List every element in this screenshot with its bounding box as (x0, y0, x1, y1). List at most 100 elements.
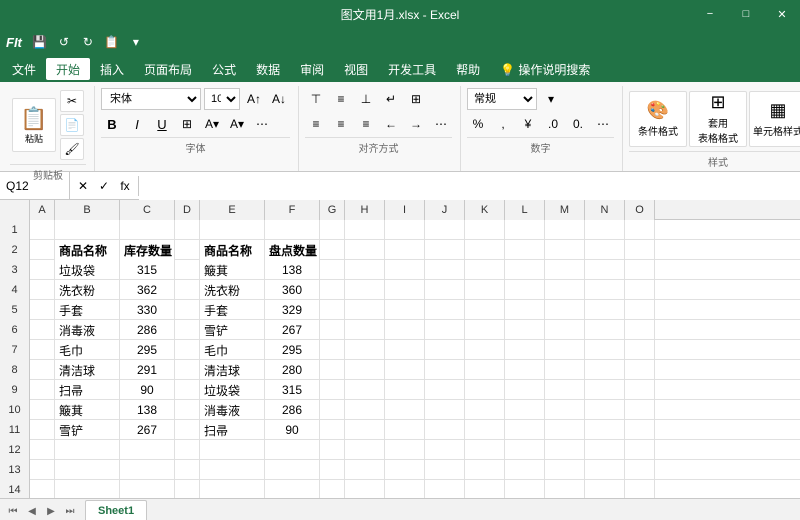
align-middle-button[interactable]: ≡ (330, 88, 352, 110)
grid-cell[interactable] (345, 380, 385, 400)
col-header-b[interactable]: B (55, 200, 120, 220)
grid-cell[interactable] (465, 420, 505, 440)
sheet-nav-last[interactable]: ⏭ (61, 502, 79, 520)
grid-cell[interactable] (30, 400, 55, 420)
grid-cell[interactable] (320, 320, 345, 340)
grid-cell[interactable] (505, 260, 545, 280)
grid-cell[interactable]: 315 (120, 260, 175, 280)
grid-cell[interactable]: 洗衣粉 (200, 280, 265, 300)
grid-cell[interactable] (345, 360, 385, 380)
grid-cell[interactable] (625, 480, 655, 498)
grid-cell[interactable] (505, 240, 545, 260)
grid-cell[interactable] (585, 240, 625, 260)
menu-view[interactable]: 视图 (334, 58, 378, 80)
grid-cell[interactable] (625, 240, 655, 260)
currency-button[interactable]: ¥ (517, 113, 539, 135)
grid-cell[interactable] (425, 300, 465, 320)
grid-cell[interactable] (30, 380, 55, 400)
grid-cell[interactable]: 商品名称 (55, 240, 120, 260)
grid-cell[interactable] (175, 260, 200, 280)
grid-cell[interactable] (385, 240, 425, 260)
grid-cell[interactable]: 垃圾袋 (55, 260, 120, 280)
grid-cell[interactable] (320, 380, 345, 400)
grid-cell[interactable]: 清洁球 (55, 360, 120, 380)
grid-cell[interactable] (465, 360, 505, 380)
grid-cell[interactable] (320, 240, 345, 260)
grid-cell[interactable] (505, 440, 545, 460)
grid-cell[interactable] (505, 340, 545, 360)
grid-cell[interactable] (425, 320, 465, 340)
grid-cell[interactable]: 扫帚 (55, 380, 120, 400)
grid-cell[interactable] (585, 320, 625, 340)
grid-cell[interactable] (585, 480, 625, 498)
grid-cell[interactable]: 库存数量 (120, 240, 175, 260)
grid-cell[interactable] (385, 280, 425, 300)
minimize-button[interactable]: − (692, 0, 728, 28)
grid-cell[interactable] (385, 480, 425, 498)
grid-cell[interactable] (175, 300, 200, 320)
grid-cell[interactable] (30, 220, 55, 240)
grid-cell[interactable] (505, 380, 545, 400)
grid-cell[interactable] (625, 280, 655, 300)
grid-cell[interactable] (175, 360, 200, 380)
grid-cell[interactable]: 盘点数量 (265, 240, 320, 260)
grid-cell[interactable] (345, 420, 385, 440)
grid-cell[interactable] (425, 280, 465, 300)
grid-cell[interactable] (385, 440, 425, 460)
grid-cell[interactable] (265, 220, 320, 240)
grid-cell[interactable] (385, 420, 425, 440)
grid-cell[interactable] (465, 380, 505, 400)
grid-cell[interactable]: 90 (120, 380, 175, 400)
grid-cell[interactable] (385, 360, 425, 380)
grid-cell[interactable] (200, 460, 265, 480)
grid-cell[interactable] (55, 460, 120, 480)
grid-cell[interactable] (545, 400, 585, 420)
grid-cell[interactable] (320, 480, 345, 498)
grid-cell[interactable] (320, 360, 345, 380)
menu-file[interactable]: 文件 (2, 58, 46, 80)
grid-cell[interactable] (385, 340, 425, 360)
grid-cell[interactable]: 329 (265, 300, 320, 320)
grid-cell[interactable] (625, 260, 655, 280)
confirm-formula-button[interactable]: ✓ (95, 176, 113, 196)
grid-cell[interactable]: 295 (120, 340, 175, 360)
grid-cell[interactable] (265, 460, 320, 480)
align-left-button[interactable]: ≡ (305, 113, 327, 135)
grid-cell[interactable] (175, 400, 200, 420)
fx-button[interactable]: fx (116, 176, 134, 196)
col-header-o[interactable]: O (625, 200, 655, 220)
grid-cell[interactable] (175, 420, 200, 440)
undo-button[interactable]: ↺ (54, 32, 74, 52)
grid-cell[interactable] (585, 300, 625, 320)
align-center-button[interactable]: ≡ (330, 113, 352, 135)
maximize-button[interactable]: □ (728, 0, 764, 28)
format-painter-button[interactable]: 🖌 (60, 138, 84, 160)
grid-cell[interactable] (505, 360, 545, 380)
cancel-formula-button[interactable]: ✕ (74, 176, 92, 196)
grid-cell[interactable]: 291 (120, 360, 175, 380)
grid-cell[interactable] (345, 300, 385, 320)
wrap-text-button[interactable]: ↵ (380, 88, 402, 110)
grid-cell[interactable]: 雪铲 (55, 420, 120, 440)
print-preview-button[interactable]: 📋 (102, 32, 122, 52)
grid-cell[interactable] (385, 220, 425, 240)
grid-cell[interactable] (545, 480, 585, 498)
increase-decimal-button[interactable]: .0 (542, 113, 564, 135)
menu-data[interactable]: 数据 (246, 58, 290, 80)
grid-cell[interactable] (545, 440, 585, 460)
cut-button[interactable]: ✂ (60, 90, 84, 112)
conditional-format-button[interactable]: 🎨 条件格式 (629, 91, 687, 147)
grid-cell[interactable] (625, 400, 655, 420)
grid-cell[interactable] (505, 280, 545, 300)
grid-cell[interactable]: 280 (265, 360, 320, 380)
grid-cell[interactable] (385, 460, 425, 480)
grid-cell[interactable] (585, 340, 625, 360)
grid-cell[interactable] (505, 460, 545, 480)
grid-cell[interactable] (320, 300, 345, 320)
grid-cell[interactable] (625, 300, 655, 320)
col-header-f[interactable]: F (265, 200, 320, 220)
grid-cell[interactable] (30, 440, 55, 460)
col-header-g[interactable]: G (320, 200, 345, 220)
grid-cell[interactable] (585, 440, 625, 460)
grid-cell[interactable] (625, 360, 655, 380)
